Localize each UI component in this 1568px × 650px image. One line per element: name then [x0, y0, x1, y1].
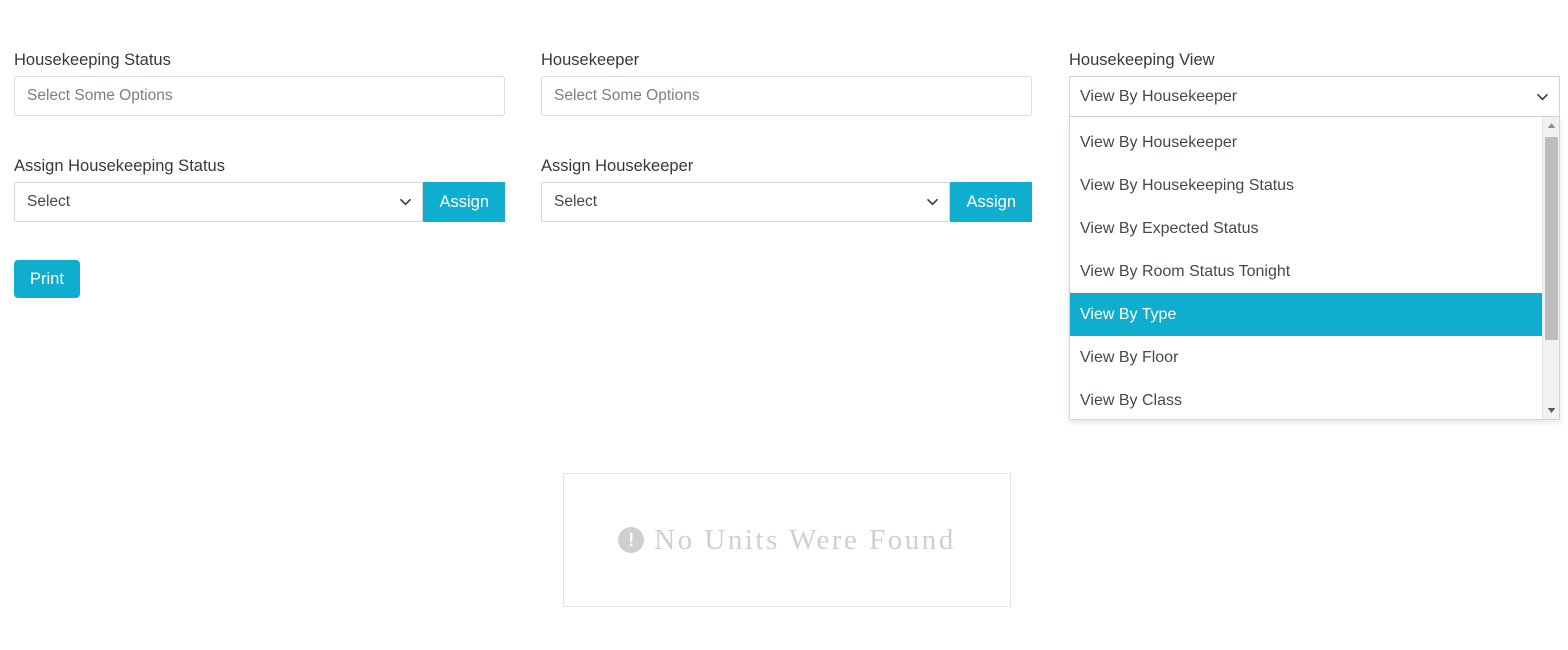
option-view-by-type[interactable]: View By Type	[1070, 293, 1542, 336]
housekeeping-page: Housekeeping Status Select Some Options …	[0, 0, 1568, 650]
housekeeping-view-options-list: View By Housekeeper View By Housekeeping…	[1070, 117, 1542, 419]
assign-housekeeper-value: Select	[554, 193, 598, 210]
assign-housekeeping-status-label: Assign Housekeeping Status	[14, 157, 225, 175]
assign-housekeeper-label: Assign Housekeeper	[541, 157, 694, 175]
assign-housekeeper-button[interactable]: Assign	[950, 182, 1032, 222]
housekeeping-status-multiselect[interactable]: Select Some Options	[14, 76, 505, 116]
chevron-down-icon	[926, 196, 939, 209]
option-view-by-room-status-tonight[interactable]: View By Room Status Tonight	[1070, 250, 1542, 293]
option-view-by-expected-status[interactable]: View By Expected Status	[1070, 207, 1542, 250]
print-button[interactable]: Print	[14, 260, 80, 298]
assign-housekeeping-status-row: Select Assign	[14, 182, 505, 222]
assign-housekeeping-status-button[interactable]: Assign	[423, 182, 505, 222]
assign-housekeeper-row: Select Assign	[541, 182, 1032, 222]
housekeeping-view-label: Housekeeping View	[1069, 51, 1215, 69]
option-view-by-housekeeping-status[interactable]: View By Housekeeping Status	[1070, 164, 1542, 207]
housekeeping-status-filter-group: Housekeeping Status Select Some Options	[14, 50, 505, 116]
dropdown-scrollbar[interactable]	[1542, 117, 1559, 419]
housekeeper-filter-group: Housekeeper Select Some Options	[541, 50, 1032, 116]
option-view-by-floor[interactable]: View By Floor	[1070, 336, 1542, 379]
empty-state-content: ! No Units Were Found	[618, 524, 956, 557]
exclamation-circle-icon: !	[618, 527, 645, 553]
assign-housekeeping-status-value: Select	[27, 193, 71, 210]
chevron-down-icon	[399, 196, 412, 209]
assign-housekeeping-status-select[interactable]: Select	[14, 182, 424, 222]
assign-housekeeper-group: Assign Housekeeper Select Assign	[541, 156, 1032, 222]
scroll-down-arrow-icon[interactable]	[1543, 402, 1559, 419]
assign-housekeeping-status-group: Assign Housekeeping Status Select Assign	[14, 156, 505, 222]
chevron-down-icon	[1536, 90, 1549, 103]
option-view-by-housekeeper[interactable]: View By Housekeeper	[1070, 121, 1542, 164]
option-view-by-class[interactable]: View By Class	[1070, 379, 1542, 419]
no-units-found-panel: ! No Units Were Found	[563, 473, 1011, 607]
housekeeping-status-label: Housekeeping Status	[14, 51, 171, 69]
housekeeping-view-dropdown: View By Housekeeper View By Housekeeper …	[1069, 76, 1560, 420]
housekeeper-label: Housekeeper	[541, 51, 640, 69]
no-units-found-message: No Units Were Found	[654, 523, 956, 556]
housekeeper-placeholder: Select Some Options	[554, 87, 700, 104]
housekeeper-multiselect[interactable]: Select Some Options	[541, 76, 1032, 116]
scroll-up-arrow-icon[interactable]	[1543, 117, 1559, 134]
assign-housekeeper-select[interactable]: Select	[541, 182, 951, 222]
housekeeping-view-options-panel: View By Housekeeper View By Housekeeping…	[1069, 117, 1560, 420]
housekeeping-view-select-trigger[interactable]: View By Housekeeper	[1069, 76, 1560, 117]
housekeeping-view-selected-value: View By Housekeeper	[1080, 87, 1238, 105]
housekeeping-view-group: Housekeeping View View By Housekeeper Vi…	[1069, 50, 1560, 420]
scrollbar-thumb[interactable]	[1545, 137, 1558, 340]
housekeeping-status-placeholder: Select Some Options	[27, 87, 173, 104]
